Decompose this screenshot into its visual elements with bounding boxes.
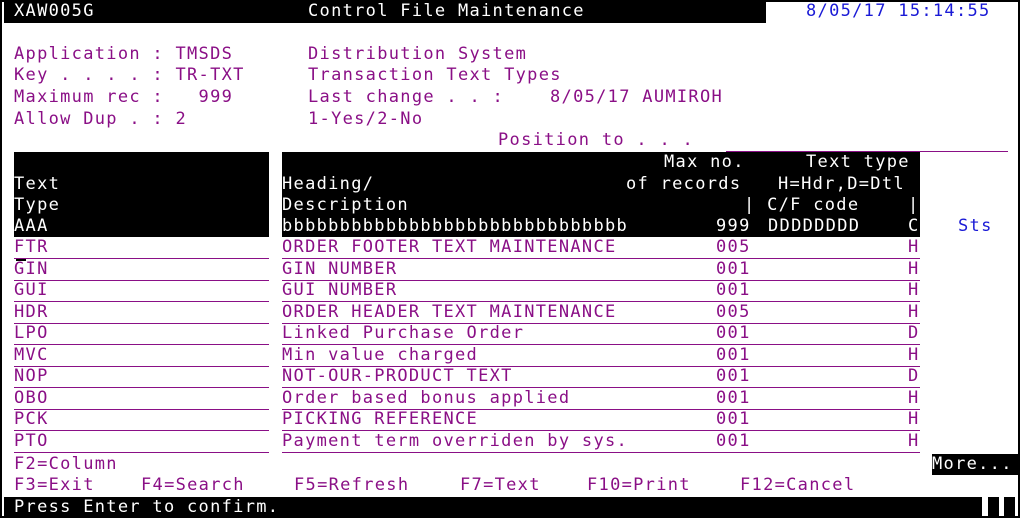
last-change-value: 8/05/17 AUMIROH bbox=[550, 87, 724, 107]
hdr-dtl-cell[interactable]: D bbox=[904, 323, 920, 345]
max-records-cell[interactable]: 001 bbox=[708, 280, 764, 302]
position-to-label: Position to . . . bbox=[498, 130, 695, 150]
type-cell[interactable]: LPO bbox=[14, 323, 269, 345]
description-cell[interactable]: Linked Purchase Order bbox=[282, 323, 708, 345]
key-description: Transaction Text Types bbox=[308, 65, 562, 85]
description-cell[interactable]: GUI NUMBER bbox=[282, 280, 708, 302]
cf-code-pipe: | bbox=[908, 195, 920, 215]
max-records-cell[interactable]: 001 bbox=[708, 431, 764, 453]
application-description: Distribution System bbox=[308, 44, 528, 64]
block-cursor-2 bbox=[1004, 497, 1015, 518]
hdr-dtl-heading: H=Hdr,D=Dtl bbox=[778, 174, 905, 194]
type-cell[interactable]: HDR bbox=[14, 302, 269, 324]
max-field-mask: 999 bbox=[716, 216, 751, 236]
max-records-cell[interactable]: 001 bbox=[708, 409, 764, 431]
cf-code-cell[interactable] bbox=[764, 302, 904, 324]
allow-duplicates-hint: 1-Yes/2-No bbox=[308, 109, 424, 129]
sts-column-heading: Sts bbox=[958, 216, 993, 236]
cf-code-cell[interactable] bbox=[764, 323, 904, 345]
more-indicator: More... bbox=[932, 454, 1020, 475]
f2-column-key[interactable]: F2=Column bbox=[14, 454, 118, 475]
hdr-dtl-cell[interactable]: D bbox=[904, 366, 920, 388]
heading-column-heading: Heading/ bbox=[282, 174, 375, 194]
type-cell[interactable]: FTR bbox=[14, 237, 269, 259]
description-field-mask: bbbbbbbbbbbbbbbbbbbbbbbbbbbbbb bbox=[282, 216, 629, 236]
hd-field-mask: C bbox=[908, 216, 920, 236]
description-cell[interactable]: ORDER FOOTER TEXT MAINTENANCE bbox=[282, 237, 708, 259]
date-time: 8/05/17 15:14:55 bbox=[806, 1, 991, 21]
hdr-dtl-cell[interactable]: H bbox=[904, 388, 920, 410]
description-cell[interactable]: PICKING REFERENCE bbox=[282, 409, 708, 431]
f3-exit-key[interactable]: F3=Exit bbox=[14, 475, 95, 496]
description-cell[interactable]: Min value charged bbox=[282, 345, 708, 367]
cf-field-mask: DDDDDDDD bbox=[768, 216, 861, 236]
type-cell[interactable]: GUI bbox=[14, 280, 269, 302]
f5-refresh-key[interactable]: F5=Refresh bbox=[294, 475, 409, 496]
cf-code-cell[interactable] bbox=[764, 431, 904, 453]
of-records-heading: of records bbox=[626, 174, 742, 194]
type-cell[interactable]: OBO bbox=[14, 388, 269, 410]
type-field-mask: AAA bbox=[14, 216, 49, 236]
cf-code-cell[interactable] bbox=[764, 409, 904, 431]
max-records-cell[interactable]: 001 bbox=[708, 323, 764, 345]
allow-duplicates: Allow Dup . : 2 bbox=[14, 109, 188, 129]
hdr-dtl-cell[interactable]: H bbox=[904, 302, 920, 324]
f10-print-key[interactable]: F10=Print bbox=[587, 475, 691, 496]
type-cell[interactable]: PCK bbox=[14, 409, 269, 431]
description-cell[interactable]: ORDER HEADER TEXT MAINTENANCE bbox=[282, 302, 708, 324]
cf-code-cell[interactable] bbox=[764, 259, 904, 281]
hdr-dtl-cell[interactable]: H bbox=[904, 259, 920, 281]
max-no-heading: Max no. bbox=[664, 152, 745, 172]
description-cell[interactable]: GIN NUMBER bbox=[282, 259, 708, 281]
hdr-dtl-cell[interactable]: H bbox=[904, 345, 920, 367]
text-cursor bbox=[16, 259, 26, 261]
max-records-cell[interactable]: 001 bbox=[708, 345, 764, 367]
type-cell[interactable]: MVC bbox=[14, 345, 269, 367]
maximum-records: Maximum rec : 999 bbox=[14, 87, 234, 107]
text-type-heading: Text type bbox=[806, 152, 910, 172]
f7-text-key[interactable]: F7=Text bbox=[460, 475, 541, 496]
cf-code-heading: | C/F code bbox=[744, 195, 860, 215]
f4-search-key[interactable]: F4=Search bbox=[141, 475, 245, 496]
description-cell[interactable]: Order based bonus applied bbox=[282, 388, 708, 410]
max-records-cell[interactable]: 001 bbox=[708, 259, 764, 281]
last-change-label: Last change . . : bbox=[308, 87, 505, 107]
description-column-heading: Description bbox=[282, 195, 409, 215]
key-label: Key . . . . : TR-TXT bbox=[14, 65, 245, 85]
type-cell[interactable]: GIN bbox=[14, 259, 269, 281]
cf-code-cell[interactable] bbox=[764, 345, 904, 367]
max-records-cell[interactable]: 005 bbox=[708, 237, 764, 259]
text-column-heading: Text bbox=[14, 174, 61, 194]
hdr-dtl-cell[interactable]: H bbox=[904, 409, 920, 431]
position-to-input[interactable] bbox=[726, 130, 1008, 152]
type-cell[interactable]: PTO bbox=[14, 431, 269, 453]
cf-code-cell[interactable] bbox=[764, 237, 904, 259]
type-column-heading: Type bbox=[14, 195, 61, 215]
type-cell[interactable]: NOP bbox=[14, 366, 269, 388]
screen-title: Control File Maintenance bbox=[308, 1, 585, 21]
block-cursor-1 bbox=[988, 497, 999, 518]
application-label: Application : TMSDS bbox=[14, 44, 234, 64]
hdr-dtl-cell[interactable]: H bbox=[904, 280, 920, 302]
cf-code-cell[interactable] bbox=[764, 388, 904, 410]
max-records-cell[interactable]: 001 bbox=[708, 388, 764, 410]
description-cell[interactable]: NOT-OUR-PRODUCT TEXT bbox=[282, 366, 708, 388]
cf-code-cell[interactable] bbox=[764, 280, 904, 302]
program-id: XAW005G bbox=[14, 1, 95, 21]
description-cell[interactable]: Payment term overriden by sys. bbox=[282, 431, 708, 453]
hdr-dtl-cell[interactable]: H bbox=[904, 431, 920, 453]
f12-cancel-key[interactable]: F12=Cancel bbox=[740, 475, 855, 496]
cf-code-cell[interactable] bbox=[764, 366, 904, 388]
hdr-dtl-cell[interactable]: H bbox=[904, 237, 920, 259]
max-records-cell[interactable]: 005 bbox=[708, 302, 764, 324]
status-message: Press Enter to confirm. bbox=[14, 497, 280, 517]
max-records-cell[interactable]: 001 bbox=[708, 366, 764, 388]
